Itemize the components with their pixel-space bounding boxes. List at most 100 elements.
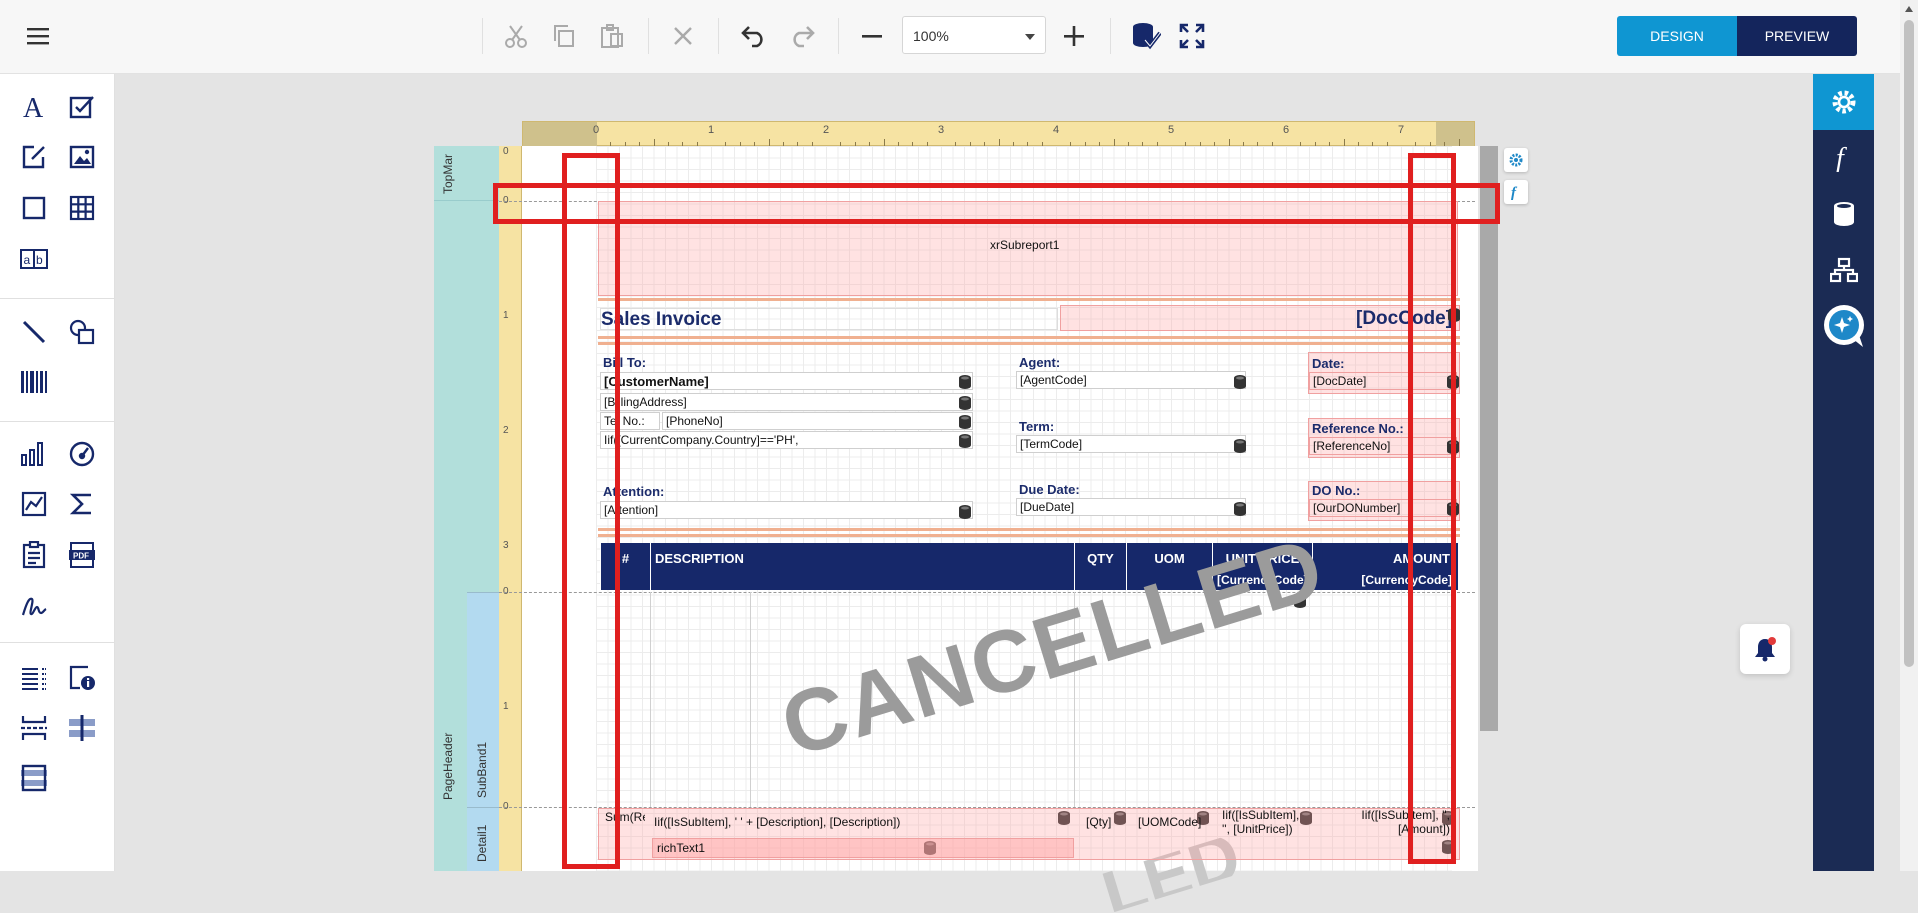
toolbox-panel: A ab PDF bbox=[0, 74, 115, 871]
barcode-tool-icon[interactable] bbox=[17, 365, 51, 399]
picture-tool-icon[interactable] bbox=[65, 140, 99, 174]
ruler-minor-tick bbox=[883, 139, 885, 146]
band-label-topmargin[interactable]: TopMar bbox=[441, 150, 455, 194]
band-label-subband1[interactable]: SubBand1 bbox=[475, 732, 489, 798]
page-break-tool-icon[interactable] bbox=[17, 711, 51, 745]
band-expression-icon[interactable]: f bbox=[1504, 180, 1528, 204]
left-ruler bbox=[499, 146, 522, 871]
paste-icon[interactable] bbox=[592, 16, 632, 56]
country-expression-field[interactable]: Iif([CurrentCompany.Country]=='PH', bbox=[600, 431, 973, 449]
ai-assistant-tab-icon[interactable] bbox=[1813, 298, 1874, 354]
character-comb-tool-icon[interactable]: ab bbox=[17, 242, 51, 276]
due-date-field[interactable]: [DueDate] bbox=[1016, 498, 1246, 516]
header-rule-top-2 bbox=[598, 534, 1460, 537]
band-settings-icon[interactable] bbox=[1504, 148, 1528, 172]
database-icon bbox=[959, 434, 971, 448]
hamburger-menu-icon[interactable] bbox=[18, 16, 58, 56]
band-label-pageheader[interactable]: PageHeader bbox=[441, 710, 455, 800]
database-icon bbox=[1234, 375, 1246, 389]
fullscreen-icon[interactable] bbox=[1172, 16, 1212, 56]
attention-field[interactable]: [Attention] bbox=[600, 501, 973, 519]
detail-uom-field[interactable]: [UOMCode] bbox=[1138, 815, 1204, 829]
preview-button[interactable]: PREVIEW bbox=[1737, 16, 1857, 56]
toolbar-divider bbox=[718, 18, 719, 54]
term-field[interactable]: [TermCode] bbox=[1016, 435, 1246, 453]
undo-icon[interactable] bbox=[734, 16, 774, 56]
rich-text-tool-icon[interactable] bbox=[17, 140, 51, 174]
ruler-minor-tick bbox=[1458, 139, 1460, 146]
cross-band-box-tool-icon[interactable] bbox=[17, 761, 51, 795]
cross-band-line-tool-icon[interactable] bbox=[65, 711, 99, 745]
band-label-detail1[interactable]: Detail1 bbox=[475, 812, 489, 862]
column-header-description[interactable]: DESCRIPTION bbox=[650, 543, 1074, 573]
zoom-out-icon[interactable] bbox=[852, 16, 892, 56]
gauge-tool-icon[interactable] bbox=[65, 437, 99, 471]
ruler-tick-label: 1 bbox=[708, 124, 715, 136]
notification-bell-icon[interactable] bbox=[1740, 624, 1790, 674]
ruler-tick-label: 3 bbox=[938, 124, 945, 136]
window-scrollbar-thumb[interactable] bbox=[1904, 20, 1914, 667]
billing-address-field[interactable]: [BillingAddress] bbox=[600, 393, 973, 411]
signature-tool-icon[interactable] bbox=[17, 589, 51, 623]
zoom-select[interactable]: 100% bbox=[902, 16, 1046, 54]
ruler-minor-tick bbox=[1343, 139, 1345, 146]
design-button[interactable]: DESIGN bbox=[1617, 16, 1737, 56]
zoom-in-icon[interactable] bbox=[1054, 16, 1094, 56]
label-tool-icon[interactable]: A bbox=[17, 90, 51, 124]
right-panel-bar: f bbox=[1813, 74, 1874, 871]
copy-icon[interactable] bbox=[544, 16, 584, 56]
ruler-minor-tick bbox=[768, 139, 770, 146]
title-rule-bottom-2 bbox=[598, 342, 1460, 345]
cut-icon[interactable] bbox=[496, 16, 536, 56]
invoice-title[interactable]: Sales Invoice bbox=[600, 308, 1058, 330]
report-explorer-tab-icon[interactable] bbox=[1813, 242, 1874, 298]
detail-qty-field[interactable]: [Qty] bbox=[1086, 815, 1122, 829]
panel-tool-icon[interactable] bbox=[17, 191, 51, 225]
scroll-up-arrow-icon[interactable] bbox=[1903, 4, 1915, 14]
rich-text-label: richText1 bbox=[657, 841, 706, 855]
column-header-qty[interactable]: QTY bbox=[1074, 543, 1126, 573]
database-icon bbox=[959, 396, 971, 410]
sparkline-tool-icon[interactable] bbox=[17, 487, 51, 521]
properties-tab[interactable] bbox=[1813, 74, 1874, 130]
line-tool-icon[interactable] bbox=[17, 315, 51, 349]
page-right-edge bbox=[1480, 146, 1498, 731]
validate-bindings-icon[interactable] bbox=[1126, 16, 1166, 56]
table-of-contents-tool-icon[interactable] bbox=[17, 538, 51, 572]
svg-text:PDF: PDF bbox=[73, 552, 89, 561]
top-toolbar: 100% DESIGN PREVIEW bbox=[0, 0, 1900, 74]
database-icon bbox=[959, 415, 971, 429]
shape-tool-icon[interactable] bbox=[65, 315, 99, 349]
title-rule-bottom bbox=[598, 336, 1460, 339]
customer-name-field[interactable]: [CustomerName] bbox=[600, 372, 973, 390]
ruler-margin-right bbox=[1436, 122, 1474, 147]
table-tool-icon[interactable] bbox=[65, 191, 99, 225]
detail-unit-price-field[interactable]: Iif([IsSubItem], '', [UnitPrice]) bbox=[1222, 808, 1308, 838]
ruler-tick-label: 2 bbox=[823, 124, 830, 136]
ruler-tick-label: 4 bbox=[1053, 124, 1060, 136]
ruler-tick-label: 7 bbox=[1398, 124, 1405, 136]
checkbox-tool-icon[interactable] bbox=[65, 90, 99, 124]
database-icon bbox=[959, 375, 971, 389]
field-list-tab-icon[interactable] bbox=[1813, 186, 1874, 242]
summary-tool-icon[interactable] bbox=[65, 487, 99, 521]
database-icon bbox=[1234, 439, 1246, 453]
pdf-content-tool-icon[interactable]: PDF bbox=[65, 538, 99, 572]
do-label: DO No.: bbox=[1312, 483, 1361, 498]
rich-text-control[interactable] bbox=[652, 838, 1074, 858]
expressions-tab-icon[interactable]: f bbox=[1813, 130, 1874, 186]
ruler-tick-label: 2 bbox=[503, 425, 509, 436]
ruler-tick-label: 1 bbox=[503, 701, 509, 712]
detail-description-field[interactable]: Iif([IsSubItem], ' ' + [Description], [D… bbox=[654, 815, 1059, 829]
svg-text:f: f bbox=[1511, 185, 1518, 200]
report-info-tool-icon[interactable] bbox=[65, 661, 99, 695]
redo-icon[interactable] bbox=[782, 16, 822, 56]
header-blank-2 bbox=[650, 573, 1074, 590]
agent-field[interactable]: [AgentCode] bbox=[1016, 371, 1246, 389]
toolbar-divider bbox=[1110, 18, 1111, 54]
svg-text:f: f bbox=[1836, 144, 1847, 172]
page-info-tool-icon[interactable] bbox=[17, 661, 51, 695]
phone-field[interactable]: [PhoneNo] bbox=[662, 412, 973, 430]
chart-tool-icon[interactable] bbox=[17, 437, 51, 471]
delete-icon[interactable] bbox=[663, 16, 703, 56]
